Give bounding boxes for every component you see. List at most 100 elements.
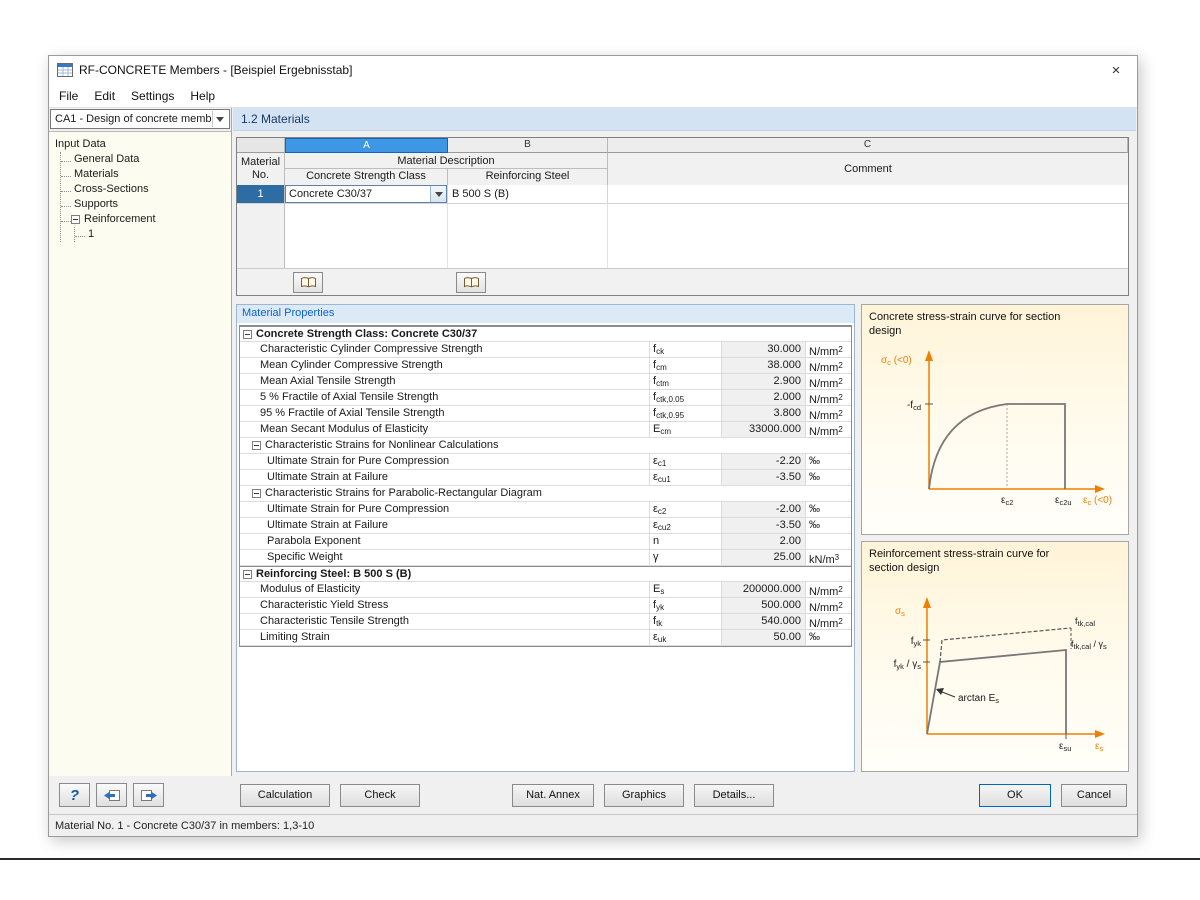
question-icon: ?: [69, 786, 80, 804]
menu-file[interactable]: File: [51, 86, 86, 106]
properties-panel-title: Material Properties: [237, 305, 854, 323]
steel-diagram-title: Reinforcement stress-strain curve for se…: [869, 548, 1050, 575]
property-row: Mean Axial Tensile Strength fctm 2.900 N/mm…: [240, 374, 851, 390]
previous-table-button[interactable]: [96, 783, 127, 807]
property-group-row[interactable]: Characteristic Strains for Parabolic-Rec…: [240, 486, 851, 502]
property-unit: N/mm2: [805, 390, 851, 406]
column-header-a[interactable]: A: [285, 138, 448, 153]
menu-help[interactable]: Help: [182, 86, 223, 106]
collapse-icon[interactable]: [243, 329, 252, 339]
tree-item-general-data[interactable]: General Data: [61, 152, 229, 167]
property-unit: ‰: [805, 502, 851, 517]
property-label: 5 % Fractile of Axial Tensile Strength: [260, 391, 439, 403]
reinforcing-steel-cell[interactable]: B 500 S (B): [448, 185, 608, 204]
tree-item-input-data[interactable]: Input Data: [53, 137, 229, 152]
property-row: Characteristic Tensile Strength ftk 540.00…: [240, 614, 851, 630]
arrow-left-icon: [103, 789, 120, 801]
group-label: Concrete Strength Class: Concrete C30/37: [240, 327, 851, 341]
property-unit: ‰: [805, 518, 851, 533]
menu-settings[interactable]: Settings: [123, 86, 182, 106]
title-bar[interactable]: RF-CONCRETE Members - [Beispiel Ergebnis…: [49, 56, 1137, 84]
property-unit: ‰: [805, 454, 851, 469]
concrete-class-combo[interactable]: Concrete C30/37: [285, 185, 447, 203]
column-header-b[interactable]: B: [448, 138, 608, 153]
fcd-label: -fcd: [907, 400, 921, 412]
cancel-button[interactable]: Cancel: [1061, 783, 1127, 807]
comment-cell[interactable]: [608, 185, 1128, 204]
check-button[interactable]: Check: [340, 783, 420, 807]
steel-library-button[interactable]: [456, 272, 486, 293]
property-group-row[interactable]: Reinforcing Steel: B 500 S (B): [240, 566, 851, 582]
property-label: Specific Weight: [267, 551, 343, 563]
property-group-row[interactable]: Concrete Strength Class: Concrete C30/37: [240, 326, 851, 342]
background-window-edge: [0, 858, 1200, 860]
diagram-column: Concrete stress-strain curve for section…: [861, 304, 1129, 772]
property-symbol: ftk: [649, 614, 721, 629]
ok-button[interactable]: OK: [979, 783, 1051, 807]
tree-item-label: 1: [88, 228, 95, 240]
design-case-select[interactable]: CA1 - Design of concrete memb: [50, 109, 230, 129]
property-unit: N/mm2: [805, 582, 851, 598]
design-case-row: CA1 - Design of concrete memb: [49, 108, 231, 131]
header-reinforcing-steel: Reinforcing Steel: [448, 169, 608, 185]
property-value: 540.000: [721, 614, 805, 629]
header-material: Material: [240, 156, 281, 168]
help-button[interactable]: ?: [59, 783, 90, 807]
tree-item-reinforcement-1[interactable]: 1: [75, 227, 229, 242]
property-symbol: fck: [649, 342, 721, 357]
header-comment: Comment: [844, 163, 892, 175]
calculation-button[interactable]: Calculation: [240, 783, 330, 807]
concrete-library-button[interactable]: [293, 272, 323, 293]
collapse-icon[interactable]: [252, 441, 261, 450]
chevron-down-icon[interactable]: [430, 186, 446, 202]
property-unit: kN/m3: [805, 550, 851, 566]
property-value: 500.000: [721, 598, 805, 613]
header-material-description: Material Description: [285, 153, 608, 169]
property-row: Ultimate Strain at Failure εcu2 -3.50 ‰: [240, 518, 851, 534]
tree-item-reinforcement[interactable]: Reinforcement: [61, 212, 229, 227]
property-value: 2.000: [721, 390, 805, 405]
property-unit: [805, 534, 851, 549]
property-symbol: γ: [649, 550, 721, 565]
empty-table-rows[interactable]: [237, 204, 1128, 268]
column-letters-row: A B C: [237, 138, 1128, 153]
tree-item-materials[interactable]: Materials: [61, 167, 229, 182]
graphics-button[interactable]: Graphics: [604, 783, 684, 807]
table-corner-cell[interactable]: [237, 138, 285, 153]
collapse-icon[interactable]: [71, 214, 80, 224]
x-axis-arrow-icon: [1095, 729, 1105, 738]
property-row: Mean Cylinder Compressive Strength fcm 38.…: [240, 358, 851, 374]
property-row: Ultimate Strain at Failure εcu1 -3.50 ‰: [240, 470, 851, 486]
tree-grandchildren: 1: [74, 227, 229, 242]
property-value: -2.00: [721, 502, 805, 517]
property-label: Characteristic Yield Stress: [260, 599, 389, 611]
nat-annex-button[interactable]: Nat. Annex: [512, 783, 594, 807]
status-bar: Material No. 1 - Concrete C30/37 in memb…: [49, 814, 1137, 836]
ftk-cal-label: ftk,cal: [1075, 616, 1095, 628]
property-unit: N/mm2: [805, 598, 851, 614]
group-label-text: Reinforcing Steel: B 500 S (B): [256, 567, 412, 580]
tree-item-supports[interactable]: Supports: [61, 197, 229, 212]
property-unit: N/mm2: [805, 422, 851, 438]
design-case-value: CA1 - Design of concrete memb: [55, 113, 212, 125]
material-row-number[interactable]: 1: [237, 185, 285, 204]
property-group-row[interactable]: Characteristic Strains for Nonlinear Cal…: [240, 438, 851, 454]
chevron-down-icon[interactable]: [212, 111, 227, 127]
next-table-button[interactable]: [133, 783, 164, 807]
close-button[interactable]: ×: [1099, 58, 1133, 82]
collapse-icon[interactable]: [243, 569, 252, 579]
tree-item-cross-sections[interactable]: Cross-Sections: [61, 182, 229, 197]
details-button[interactable]: Details...: [694, 783, 774, 807]
group-label: Reinforcing Steel: B 500 S (B): [240, 567, 851, 581]
property-symbol: n: [649, 534, 721, 549]
steel-stress-strain-chart: σs fyk fyk / γs ftk,cal ftk,cal / γs arc…: [894, 596, 1107, 753]
material-row-1: 1 Concrete C30/37 B 500 S (B): [237, 185, 1128, 204]
collapse-icon[interactable]: [252, 489, 261, 498]
rf-concrete-dialog: RF-CONCRETE Members - [Beispiel Ergebnis…: [48, 55, 1138, 837]
property-symbol: εc2: [649, 502, 721, 517]
column-header-c[interactable]: C: [608, 138, 1128, 153]
property-value: 25.00: [721, 550, 805, 565]
window-title: RF-CONCRETE Members - [Beispiel Ergebnis…: [79, 63, 353, 77]
concrete-curve: [928, 402, 1066, 489]
menu-edit[interactable]: Edit: [86, 86, 123, 106]
